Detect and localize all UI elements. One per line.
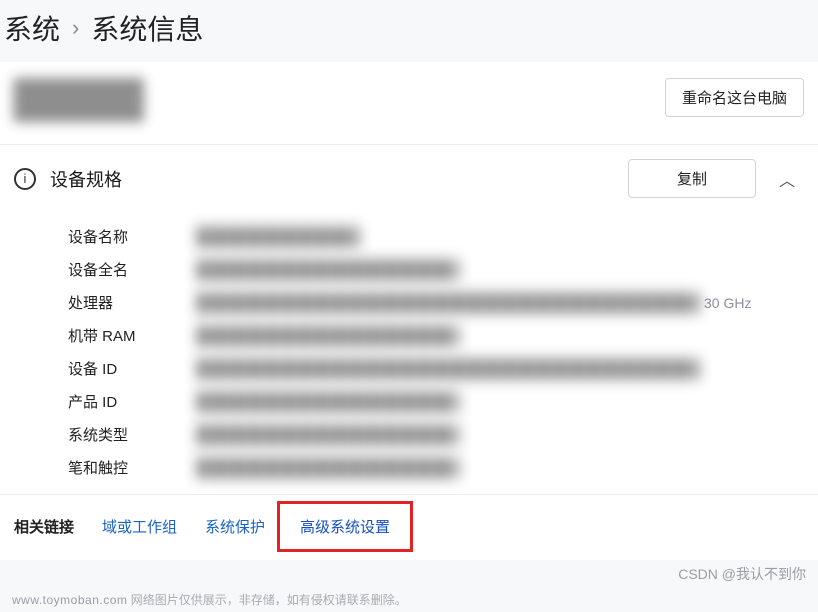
spec-value xyxy=(198,392,458,412)
spec-label: 设备全名 xyxy=(68,259,198,280)
breadcrumb: 系统 › 系统信息 xyxy=(0,0,818,62)
spec-row-full-name: 设备全名 xyxy=(68,259,804,280)
spec-label: 机带 RAM xyxy=(68,325,198,346)
pc-name-row: 重命名这台电脑 xyxy=(0,62,818,145)
related-links-head: 相关链接 xyxy=(14,516,74,537)
chevron-up-icon[interactable]: ︿ xyxy=(770,162,804,196)
spec-value xyxy=(198,227,358,247)
spec-row-product-id: 产品 ID xyxy=(68,391,804,412)
spec-row-pen-touch: 笔和触控 xyxy=(68,457,804,478)
footnote-domain: www.toymoban.com xyxy=(12,593,127,607)
info-icon: i xyxy=(14,168,36,190)
breadcrumb-parent[interactable]: 系统 xyxy=(4,8,60,48)
spec-label: 系统类型 xyxy=(68,424,198,445)
spec-row-ram: 机带 RAM xyxy=(68,325,804,346)
spec-row-device-id: 设备 ID xyxy=(68,358,804,379)
link-system-protection[interactable]: 系统保护 xyxy=(205,516,265,537)
spec-value xyxy=(198,326,458,346)
spec-row-cpu: 处理器 30 GHz xyxy=(68,292,804,313)
spec-cpu-suffix: 30 GHz xyxy=(704,295,751,311)
spec-row-sys-type: 系统类型 xyxy=(68,424,804,445)
device-specs-title: 设备规格 xyxy=(50,166,614,192)
link-advanced-system-settings[interactable]: 高级系统设置 xyxy=(300,519,390,536)
spec-value xyxy=(198,458,458,478)
copy-button[interactable]: 复制 xyxy=(628,159,756,198)
link-domain-workgroup[interactable]: 域或工作组 xyxy=(102,516,177,537)
breadcrumb-current: 系统信息 xyxy=(91,8,203,48)
highlight-box: 高级系统设置 xyxy=(277,501,413,552)
spec-value xyxy=(198,293,698,313)
pc-name-value xyxy=(14,78,144,122)
footnote-text: 网络图片仅供展示，非存储，如有侵权请联系删除。 xyxy=(131,593,407,607)
spec-label: 设备名称 xyxy=(68,226,198,247)
spec-value xyxy=(198,359,698,379)
footnote: www.toymoban.com 网络图片仅供展示，非存储，如有侵权请联系删除。 xyxy=(12,591,407,608)
spec-label: 设备 ID xyxy=(68,358,198,379)
device-specs-list: 设备名称 设备全名 处理器 30 GHz 机带 RAM 设备 ID 产品 ID … xyxy=(0,212,818,494)
spec-label: 处理器 xyxy=(68,292,198,313)
related-links-row: 相关链接 域或工作组 系统保护 高级系统设置 xyxy=(0,494,818,560)
watermark: CSDN @我认不到你 xyxy=(678,564,806,584)
spec-label: 笔和触控 xyxy=(68,457,198,478)
spec-row-device-name: 设备名称 xyxy=(68,226,804,247)
spec-value xyxy=(198,260,458,280)
chevron-right-icon: › xyxy=(72,15,79,41)
rename-pc-button[interactable]: 重命名这台电脑 xyxy=(665,78,804,117)
device-specs-header: i 设备规格 复制 ︿ xyxy=(0,145,818,212)
spec-label: 产品 ID xyxy=(68,391,198,412)
spec-value xyxy=(198,425,458,445)
